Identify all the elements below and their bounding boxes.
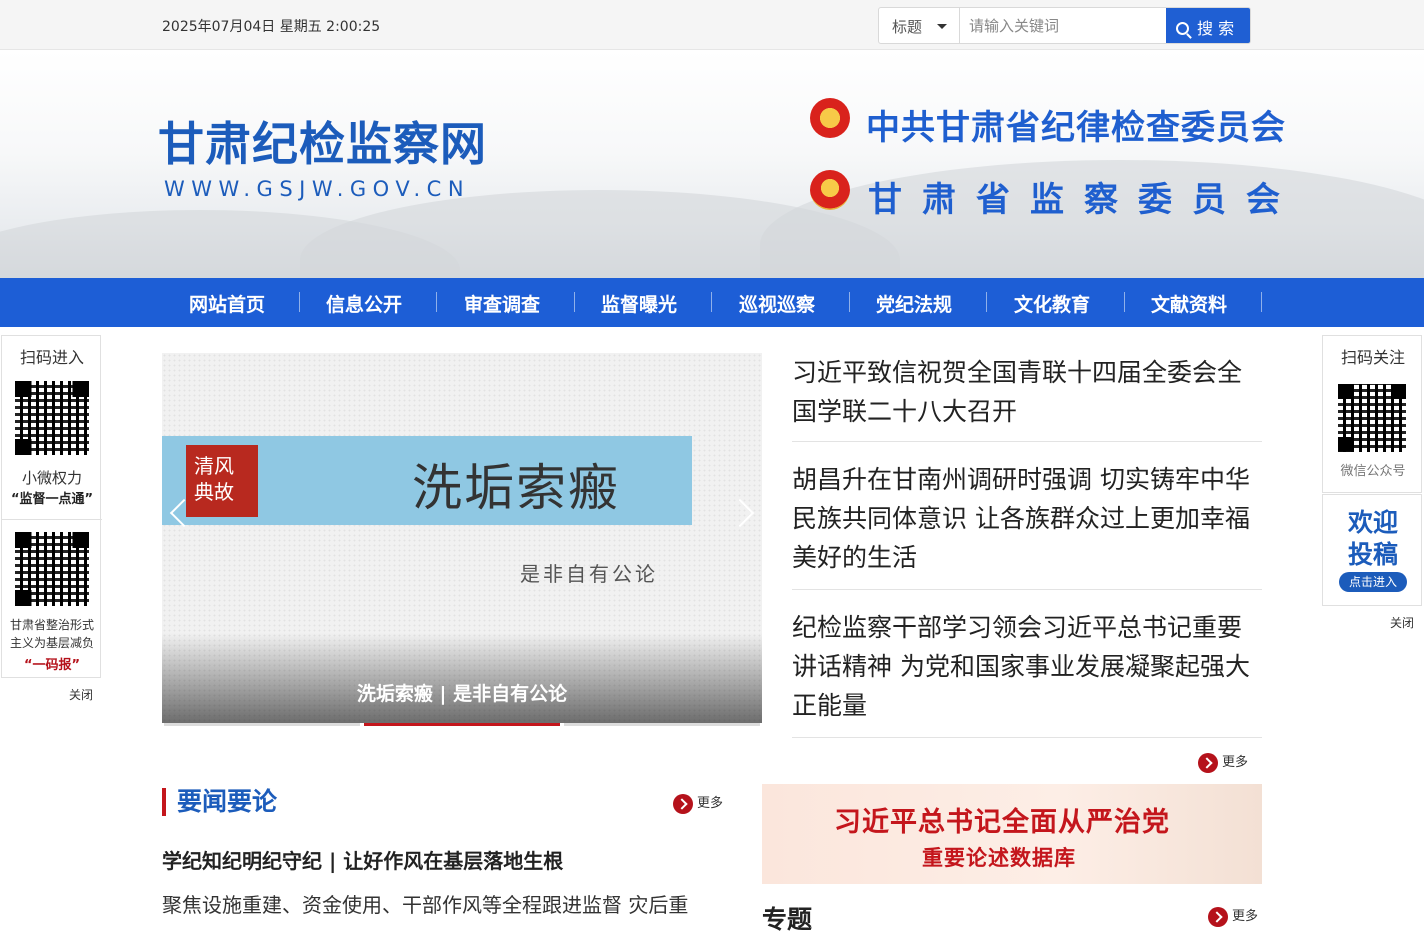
nav-item-regulations[interactable]: 党纪法规 bbox=[876, 290, 952, 317]
search-scope-select[interactable]: 标题 bbox=[879, 8, 960, 43]
slide-subtitle: 是非自有公论 bbox=[520, 562, 658, 586]
nav-item-culture[interactable]: 文化教育 bbox=[1014, 290, 1090, 317]
caption-overlay bbox=[162, 633, 762, 723]
db-banner-line2: 重要论述数据库 bbox=[922, 845, 1076, 870]
slide-caption[interactable]: 洗垢索瘢 | 是非自有公论 bbox=[162, 679, 762, 706]
headline-item[interactable]: 胡昌升在甘南州调研时强调 切实铸牢中华民族共同体意识 让各族群众过上更加幸福美好… bbox=[792, 460, 1262, 577]
site-logo-title[interactable]: 甘肃纪检监察网 bbox=[158, 108, 487, 174]
more-label: 更多 bbox=[1222, 755, 1249, 770]
welcome-line2: 投稿 bbox=[1347, 540, 1398, 569]
chevron-right-icon bbox=[673, 793, 693, 814]
welcome-line1: 欢迎 bbox=[1347, 508, 1398, 537]
search-box: 标题 搜 索 bbox=[878, 7, 1251, 44]
current-datetime: 2025年07月04日 星期五 2:00:25 bbox=[162, 19, 381, 35]
slider-indicators bbox=[162, 723, 762, 728]
nav-divider bbox=[849, 292, 850, 312]
search-button[interactable]: 搜 索 bbox=[1166, 8, 1250, 43]
qr2-caption-line2: 主义为基层减负 bbox=[9, 636, 94, 650]
slider-dot[interactable] bbox=[164, 723, 360, 726]
left-float-panel: 扫码进入 小微权力 “监督一点通” 甘肃省整治形式 主义为基层减负 “一码报” bbox=[1, 335, 102, 678]
slider-prev-icon[interactable] bbox=[166, 493, 190, 533]
headline-item[interactable]: 习近平致信祝贺全国青联十四届全委会全国学联二十八大召开 bbox=[792, 353, 1262, 431]
nav-divider bbox=[986, 292, 987, 312]
divider bbox=[792, 737, 1262, 738]
more-label: 更多 bbox=[697, 796, 724, 811]
search-scope-label: 标题 bbox=[892, 18, 923, 36]
right-panel-close-button[interactable]: 关闭 bbox=[1390, 614, 1414, 631]
party-emblem-icon bbox=[810, 98, 850, 138]
nav-item-investigation[interactable]: 审查调查 bbox=[464, 290, 540, 317]
nav-item-literature[interactable]: 文献资料 bbox=[1151, 290, 1227, 317]
scan-follow-title: 扫码关注 bbox=[1340, 348, 1405, 367]
qr2-caption-line3: “一码报” bbox=[23, 658, 81, 673]
nav-divider bbox=[1124, 292, 1125, 312]
submission-link[interactable]: 欢迎 投稿 点击进入 bbox=[1322, 494, 1422, 606]
national-emblem-icon bbox=[810, 170, 850, 210]
nav-item-home[interactable]: 网站首页 bbox=[189, 290, 265, 317]
db-banner-line1: 习近平总书记全面从严治党 bbox=[834, 807, 1170, 838]
nav-divider bbox=[711, 292, 712, 312]
chevron-down-icon bbox=[937, 24, 947, 29]
scan-enter-title: 扫码进入 bbox=[19, 348, 84, 367]
news-summary[interactable]: 聚焦设施重建、资金使用、干部作风等全程跟进监督 灾后重 bbox=[162, 889, 688, 918]
qr1-caption-line2: “监督一点通” bbox=[10, 492, 94, 507]
wechat-caption: 微信公众号 bbox=[1340, 464, 1406, 479]
nav-divider bbox=[436, 292, 437, 312]
left-panel-close-button[interactable]: 关闭 bbox=[69, 686, 93, 703]
chevron-right-icon bbox=[1198, 752, 1218, 773]
special-more-link[interactable]: 更多 bbox=[1208, 905, 1258, 927]
search-icon bbox=[1176, 22, 1189, 35]
headline-item[interactable]: 纪检监察干部学习领会习近平总书记重要讲话精神 为党和国家事业发展凝聚起强大正能量 bbox=[792, 608, 1262, 725]
qr-code-monitor[interactable] bbox=[15, 381, 89, 455]
top-bar: 2025年07月04日 星期五 2:00:25 标题 搜 索 bbox=[0, 0, 1424, 50]
org-title-supervision: 甘肃省监察委员会 bbox=[868, 180, 1300, 220]
right-float-qr-panel: 扫码关注 微信公众号 bbox=[1322, 335, 1422, 493]
speech-database-banner[interactable]: 习近平总书记全面从严治党 重要论述数据库 bbox=[762, 784, 1262, 884]
news-more-link[interactable]: 更多 bbox=[673, 792, 723, 814]
news-headline[interactable]: 学纪知纪明纪守纪 | 让好作风在基层落地生根 bbox=[162, 845, 563, 874]
nav-divider bbox=[1261, 292, 1262, 312]
qr-code-report[interactable] bbox=[15, 532, 89, 606]
site-logo-url: WWW.GSJW.GOV.CN bbox=[164, 177, 471, 201]
slider-dot[interactable] bbox=[564, 723, 760, 726]
nav-item-info[interactable]: 信息公开 bbox=[326, 290, 402, 317]
nav-divider bbox=[299, 292, 300, 312]
divider bbox=[792, 441, 1262, 442]
qr1-caption-line1: 小微权力 bbox=[21, 469, 82, 487]
slide-stamp: 清风典故 bbox=[186, 445, 258, 517]
divider bbox=[792, 589, 1262, 590]
slider-dot-active[interactable] bbox=[364, 723, 560, 726]
chevron-right-icon bbox=[1208, 906, 1228, 927]
nav-divider bbox=[574, 292, 575, 312]
nav-item-exposure[interactable]: 监督曝光 bbox=[601, 290, 677, 317]
headlines-more-link[interactable]: 更多 bbox=[1198, 751, 1248, 773]
org-title-discipline: 中共甘肃省纪律检查委员会 bbox=[866, 108, 1286, 148]
featured-slider[interactable]: 清风典故 洗垢索瘢 是非自有公论 洗垢索瘢 | 是非自有公论 bbox=[162, 353, 762, 723]
slide-title: 洗垢索瘢 bbox=[412, 459, 620, 517]
section-title-news: 要闻要论 bbox=[162, 788, 277, 816]
header-banner: 甘肃纪检监察网 WWW.GSJW.GOV.CN 中共甘肃省纪律检查委员会 甘肃省… bbox=[0, 50, 1424, 278]
divider bbox=[2, 519, 102, 520]
main-nav: 网站首页 信息公开 审查调查 监督曝光 巡视巡察 党纪法规 文化教育 文献资料 bbox=[0, 278, 1424, 327]
qr-code-wechat[interactable] bbox=[1338, 384, 1406, 452]
section-title-special: 专题 bbox=[762, 905, 813, 934]
qr2-caption-line1: 甘肃省整治形式 bbox=[9, 618, 94, 632]
more-label: 更多 bbox=[1232, 909, 1259, 924]
enter-button[interactable]: 点击进入 bbox=[1339, 572, 1407, 592]
search-input[interactable] bbox=[961, 8, 1166, 43]
search-button-label: 搜 索 bbox=[1197, 19, 1235, 38]
slider-next-icon[interactable] bbox=[734, 493, 758, 533]
nav-item-inspection[interactable]: 巡视巡察 bbox=[739, 290, 815, 317]
